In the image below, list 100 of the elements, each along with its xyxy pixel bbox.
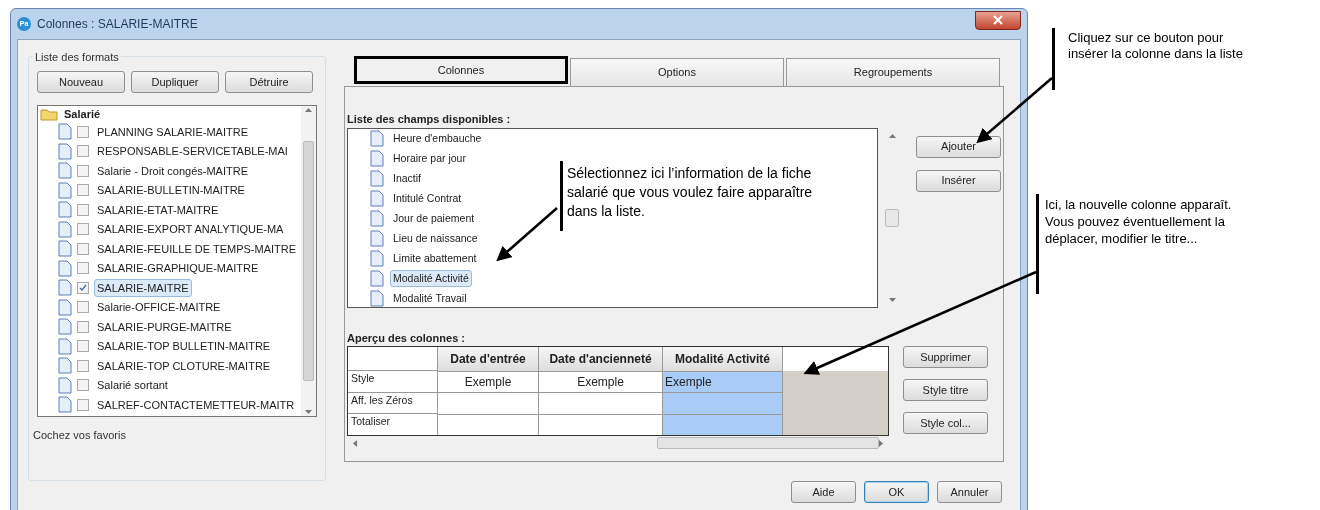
tree-item[interactable]: SALARIE-TOP CLOTURE-MAITRE [94, 356, 274, 375]
scrollbar-thumb[interactable] [657, 437, 879, 449]
document-icon [58, 201, 72, 219]
tree-item[interactable]: SALARIE-FEUILLE DE TEMPS-MAITRE [94, 239, 300, 258]
column-header[interactable]: Date d'ancienneté [539, 347, 662, 371]
preview-column[interactable]: Date d'ancienneté Exemple [539, 347, 663, 435]
row-label: Style [348, 370, 437, 392]
scroll-left-icon[interactable] [353, 439, 357, 447]
checkbox[interactable] [77, 359, 89, 372]
scrollbar-thumb[interactable] [303, 141, 314, 381]
scroll-down-icon[interactable] [305, 410, 312, 414]
checkbox[interactable] [77, 398, 89, 411]
tree-item[interactable]: SALARIE-PURGE-MAITRE [94, 317, 235, 336]
section-label: Aperçu des colonnes : [347, 330, 466, 346]
checkbox[interactable] [77, 184, 89, 197]
tab[interactable]: Regroupements [786, 58, 1000, 86]
callout-text: Cliquez sur ce bouton pour insérer la colonne dans la liste [1068, 30, 1244, 62]
tab[interactable]: Options [570, 58, 784, 86]
document-icon [370, 190, 384, 207]
document-icon [58, 376, 72, 394]
column-action-button[interactable]: Style col... [903, 412, 988, 434]
tree-item[interactable]: RESPONSABLE-SERVICETABLE-MAI [94, 142, 291, 161]
tree-item[interactable]: SALREF-CONTACTEMETTEUR-MAITR [94, 395, 298, 414]
close-icon [993, 15, 1003, 25]
checkbox[interactable] [77, 145, 89, 158]
checkbox[interactable] [77, 320, 89, 333]
checkbox[interactable] [77, 125, 89, 138]
tree-item[interactable]: SALARIE-ETAT-MAITRE [94, 200, 222, 219]
checkbox[interactable] [77, 301, 89, 314]
document-icon [370, 130, 384, 147]
checkbox[interactable] [77, 281, 89, 294]
checkbox[interactable] [77, 203, 89, 216]
document-icon [58, 318, 72, 336]
checkbox[interactable] [77, 223, 89, 236]
column-action-button[interactable]: Supprimer [903, 346, 988, 368]
field-action-button[interactable]: Ajouter [916, 135, 1001, 158]
tree-item[interactable]: SALARIE-BULLETIN-MAITRE [94, 181, 248, 200]
field-item[interactable]: Horaire par jour [390, 149, 469, 168]
document-icon [58, 220, 72, 238]
field-item[interactable]: Jour de paiement [390, 209, 478, 228]
field-item[interactable]: Intitulé Contrat [390, 189, 465, 208]
checkbox[interactable] [77, 262, 89, 275]
tree-item[interactable]: PLANNING SALARIE-MAITRE [94, 122, 251, 141]
document-icon [58, 298, 72, 316]
tab[interactable]: Colonnes [354, 56, 568, 84]
document-icon [58, 123, 72, 141]
tree-item[interactable]: SALARIE-GRAPHIQUE-MAITRE [94, 259, 262, 278]
document-icon [58, 162, 72, 180]
tree-item[interactable]: Salarie-OFFICE-MAITRE [94, 298, 224, 317]
document-icon [370, 210, 384, 227]
field-item[interactable]: Heure d'embauche [390, 129, 485, 148]
column-action-button[interactable]: Style titre [903, 379, 988, 401]
tree-folder[interactable]: Salarié [64, 106, 101, 123]
field-item[interactable]: Lieu de naissance [390, 229, 481, 248]
favorites-hint: Cochez vos favoris [33, 428, 127, 443]
arrow [496, 207, 558, 262]
checkbox[interactable] [77, 164, 89, 177]
checkbox[interactable] [77, 242, 89, 255]
document-icon [370, 290, 384, 307]
dialog-button[interactable]: Annuler [937, 481, 1002, 503]
tree-item[interactable]: Salarie - Droit congés-MAITRE [94, 161, 251, 180]
row-label: Totaliser [348, 413, 437, 435]
tree-item[interactable]: SALARIE-TOP BULLETIN-MAITRE [94, 337, 274, 356]
document-icon [370, 270, 384, 287]
close-button[interactable] [975, 10, 1021, 30]
check-icon [79, 283, 87, 292]
document-icon [58, 142, 72, 160]
document-icon [370, 230, 384, 247]
table-cell: Exemple [438, 371, 538, 393]
scroll-up-icon[interactable] [888, 133, 896, 138]
field-action-button[interactable]: Insérer [916, 169, 1001, 192]
scroll-up-icon[interactable] [305, 108, 312, 112]
dialog-button[interactable]: Aide [791, 481, 856, 503]
tree-item[interactable]: SALARIE-MAITRE [94, 278, 192, 297]
preview-column[interactable]: Date d'entrée Exemple [438, 347, 539, 435]
field-item[interactable]: Modalité Activité [390, 269, 472, 288]
column-header[interactable]: Modalité Activité [663, 347, 782, 371]
row-label: Aff. les Zéros [348, 391, 437, 414]
window-title: Colonnes : SALARIE-MAITRE [37, 16, 198, 33]
dialog-button[interactable]: OK [864, 481, 929, 503]
callout-text: Ici, la nouvelle colonne apparaît. Vous pouvez éventuellement la déplacer, modifier le titre... [1045, 196, 1233, 247]
tree-item[interactable]: SALARIE-EXPORT ANALYTIQUE-MA [94, 220, 287, 239]
format-button[interactable]: Dupliquer [131, 71, 219, 93]
format-button[interactable]: Nouveau [37, 71, 125, 93]
tree-item[interactable]: Salarié sortant [94, 376, 171, 395]
preview-column[interactable]: Modalité Activité Exemple [663, 347, 783, 435]
format-button[interactable]: Détruire [225, 71, 313, 93]
field-item[interactable]: Inactif [390, 169, 424, 188]
table-cell: Exemple [663, 371, 782, 393]
scroll-down-icon[interactable] [888, 297, 896, 302]
scrollbar-thumb[interactable] [885, 208, 900, 227]
callout-bar [1052, 28, 1055, 90]
field-item[interactable]: Modalité Travail [390, 289, 470, 307]
field-item[interactable]: Limite abattement [390, 249, 480, 268]
document-icon [58, 396, 72, 414]
document-icon [370, 170, 384, 187]
column-header[interactable]: Date d'entrée [438, 347, 538, 371]
checkbox[interactable] [77, 379, 89, 392]
checkbox[interactable] [77, 340, 89, 353]
vertical-scrollbar[interactable] [301, 106, 316, 416]
